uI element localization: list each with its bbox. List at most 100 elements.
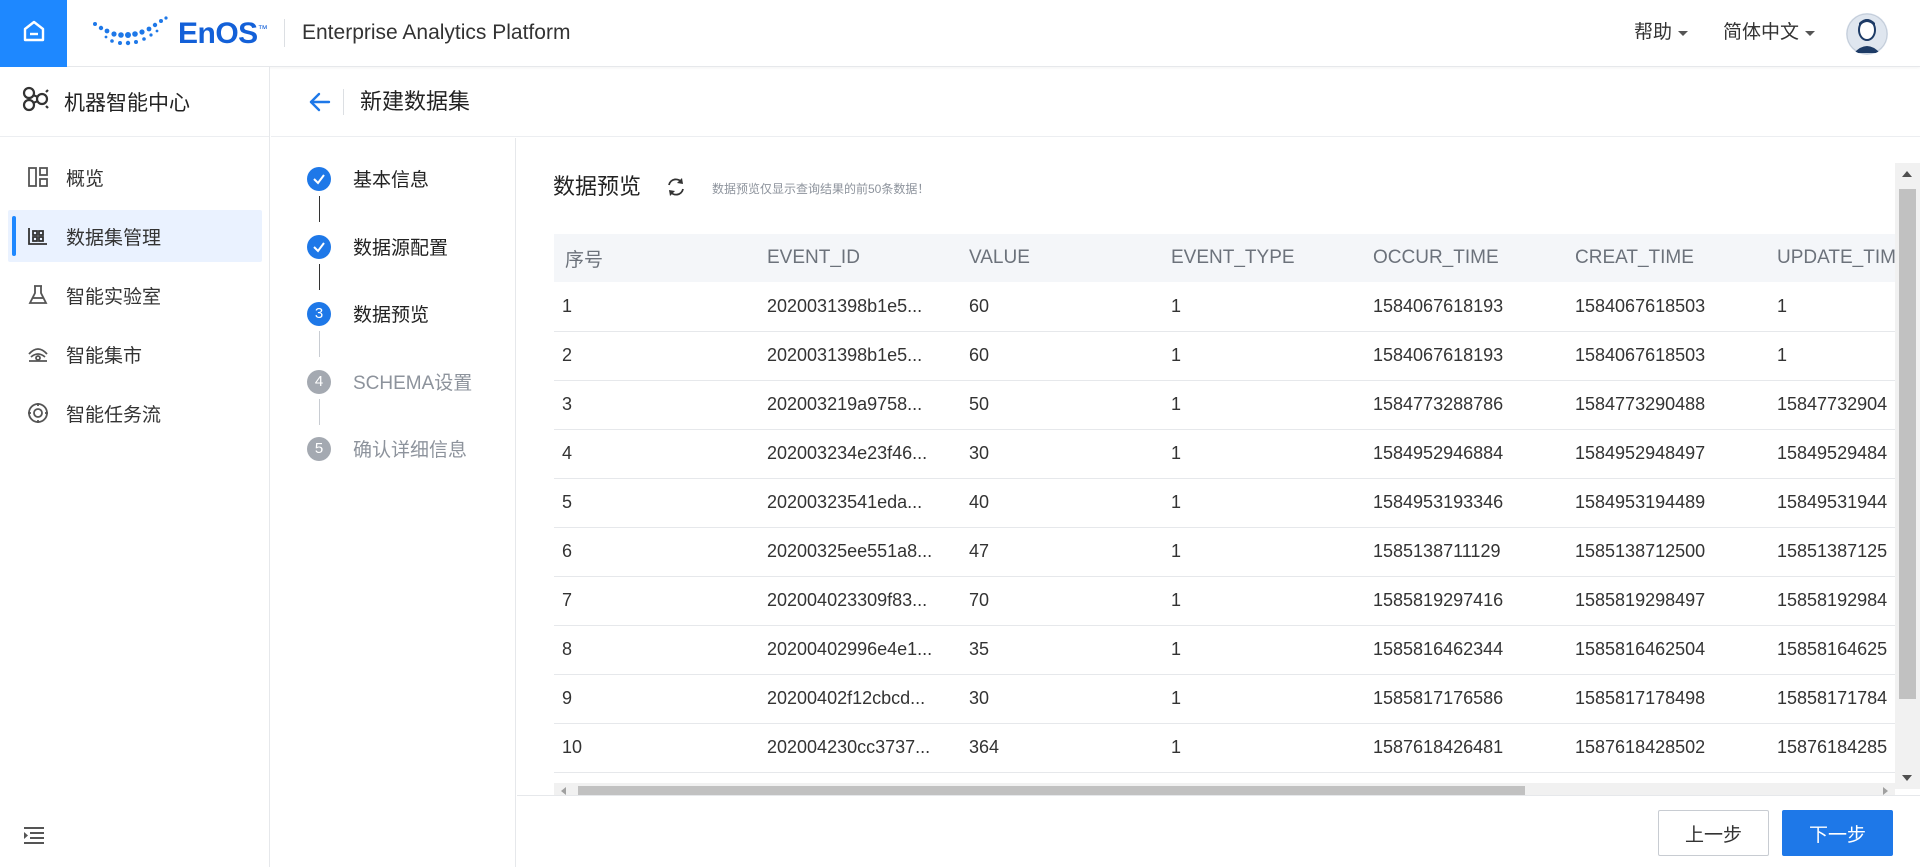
table-cell: 1585817176586 [1362,674,1564,724]
step-label: 确认详细信息 [353,440,468,461]
help-menu-label: 帮助 [1634,22,1673,43]
table-cell: 1585817178498 [1564,674,1766,724]
logo-dots-icon [92,15,170,53]
step-data-source[interactable]: 数据源配置 [307,233,448,260]
table-row: 8 20200402996e4e1... 35 1 1585816462344 15858… [554,625,1898,675]
table-cell: 10 [554,723,756,773]
collapse-sidebar-button[interactable] [22,823,46,847]
table-cell: 3 [554,380,756,430]
header-divider [343,89,344,115]
table-cell: 202004230cc3737... [756,723,958,773]
main-content: 数据预览 数据预览仅显示查询结果的前50条数据！ 序号 EVENT_ID VAL… [517,138,1920,797]
next-step-button[interactable]: 下一步 [1782,810,1893,856]
step-label: 数据源配置 [353,238,449,259]
table-row: 5 20200323541eda... 40 1 1584953193346 158495… [554,478,1898,528]
step-label: SCHEMA设置 [353,373,473,394]
check-icon [307,234,331,259]
column-header: UPDATE_TIM [1766,234,1898,282]
table-cell: 364 [958,723,1160,773]
table-cell: 15858192984 [1766,576,1898,626]
language-menu[interactable]: 简体中文 [1723,20,1816,46]
page-title: 新建数据集 [360,89,471,114]
user-avatar-icon [1846,13,1888,55]
sidebar: 机器智能中心 概览 数据集管理 智能实验室 智能集市 智能任务流 [0,67,270,867]
refresh-button[interactable] [665,176,687,198]
brand-divider [284,19,285,47]
column-header: CREAT_TIME [1564,234,1766,282]
home-icon [21,18,47,49]
previous-step-button[interactable]: 上一步 [1658,810,1769,856]
menu-collapse-icon [24,827,44,844]
caret-down-icon [1805,30,1816,36]
table-row: 6 20200325ee551a8... 47 1 1585138711129 15851… [554,527,1898,577]
step-data-preview[interactable]: 3 数据预览 [307,300,429,327]
flask-icon [26,283,50,307]
sidebar-item-ai-lab[interactable]: 智能实验室 [8,269,262,321]
language-menu-label: 简体中文 [1723,22,1800,43]
table-cell: 1584067618193 [1362,331,1564,381]
help-menu[interactable]: 帮助 [1634,20,1689,46]
sidebar-item-ai-workflow[interactable]: 智能任务流 [8,387,262,439]
preview-table: 序号 EVENT_ID VALUE EVENT_TYPE OCCUR_TIME … [554,234,1898,773]
top-bar: EnOS ™ Enterprise Analytics Platform 帮助 … [0,0,1920,67]
table-cell: 1 [1160,674,1362,724]
table-cell: 1 [1160,429,1362,479]
section-title: 数据预览 [553,174,642,199]
table-cell: 2020031398b1e5... [756,282,958,332]
step-connector [319,264,320,290]
table-cell: 20200323541eda... [756,478,958,528]
sidebar-item-label: 数据集管理 [66,227,162,249]
table-cell: 9 [554,674,756,724]
table-cell: 70 [958,576,1160,626]
scroll-right-arrow-icon[interactable] [1883,787,1888,795]
sidebar-item-dataset-management[interactable]: 数据集管理 [8,210,262,262]
column-header: OCCUR_TIME [1362,234,1564,282]
footer-actions: 上一步 下一步 [517,795,1920,867]
sidebar-item-label: 智能集市 [66,345,143,367]
table-cell: 1 [1160,625,1362,675]
table-cell: 15876184285 [1766,723,1898,773]
sidebar-title: 机器智能中心 [64,91,190,115]
table-cell: 1 [1160,576,1362,626]
table-cell: 1 [1766,331,1898,381]
step-basic-info[interactable]: 基本信息 [307,165,429,192]
sidebar-header: 机器智能中心 [0,67,269,137]
arrow-left-icon [309,92,331,112]
table-cell: 1584952948497 [1564,429,1766,479]
table-cell: 1 [554,282,756,332]
table-row: 10 202004230cc3737... 364 1 1587618426481 158… [554,723,1898,773]
market-icon [26,342,50,366]
table-cell: 2 [554,331,756,381]
dashboard-icon [26,165,50,189]
vertical-scrollbar[interactable] [1895,163,1920,789]
enos-logo: EnOS ™ [92,14,268,54]
table-cell: 1 [1160,282,1362,332]
scroll-up-arrow-icon[interactable] [1902,171,1912,177]
sidebar-item-ai-market[interactable]: 智能集市 [8,328,262,380]
sidebar-item-overview[interactable]: 概览 [8,151,262,203]
table-cell: 15851387125 [1766,527,1898,577]
home-button[interactable] [0,0,67,67]
table-cell: 4 [554,429,756,479]
step-schema[interactable]: 4 SCHEMA设置 [307,368,472,395]
table-cell: 15858171784 [1766,674,1898,724]
table-cell: 1585138711129 [1362,527,1564,577]
table-cell: 202004023309f83... [756,576,958,626]
table-cell: 2020031398b1e5... [756,331,958,381]
table-cell: 30 [958,429,1160,479]
app-title: Enterprise Analytics Platform [302,21,571,44]
step-connector [319,196,320,222]
scrollbar-thumb[interactable] [1899,189,1916,699]
workflow-icon [26,401,50,425]
back-button[interactable] [307,89,333,115]
step-confirm[interactable]: 5 确认详细信息 [307,435,467,462]
table-cell: 40 [958,478,1160,528]
sidebar-item-label: 概览 [66,168,105,190]
step-number: 5 [307,436,331,461]
table-cell: 1 [1160,331,1362,381]
table-row: 3 202003219a9758... 50 1 1584773288786 158477… [554,380,1898,430]
scroll-down-arrow-icon[interactable] [1902,775,1912,781]
preview-table-container[interactable]: 序号 EVENT_ID VALUE EVENT_TYPE OCCUR_TIME … [554,234,1898,790]
scroll-left-arrow-icon[interactable] [561,787,566,795]
user-avatar[interactable] [1846,13,1888,55]
